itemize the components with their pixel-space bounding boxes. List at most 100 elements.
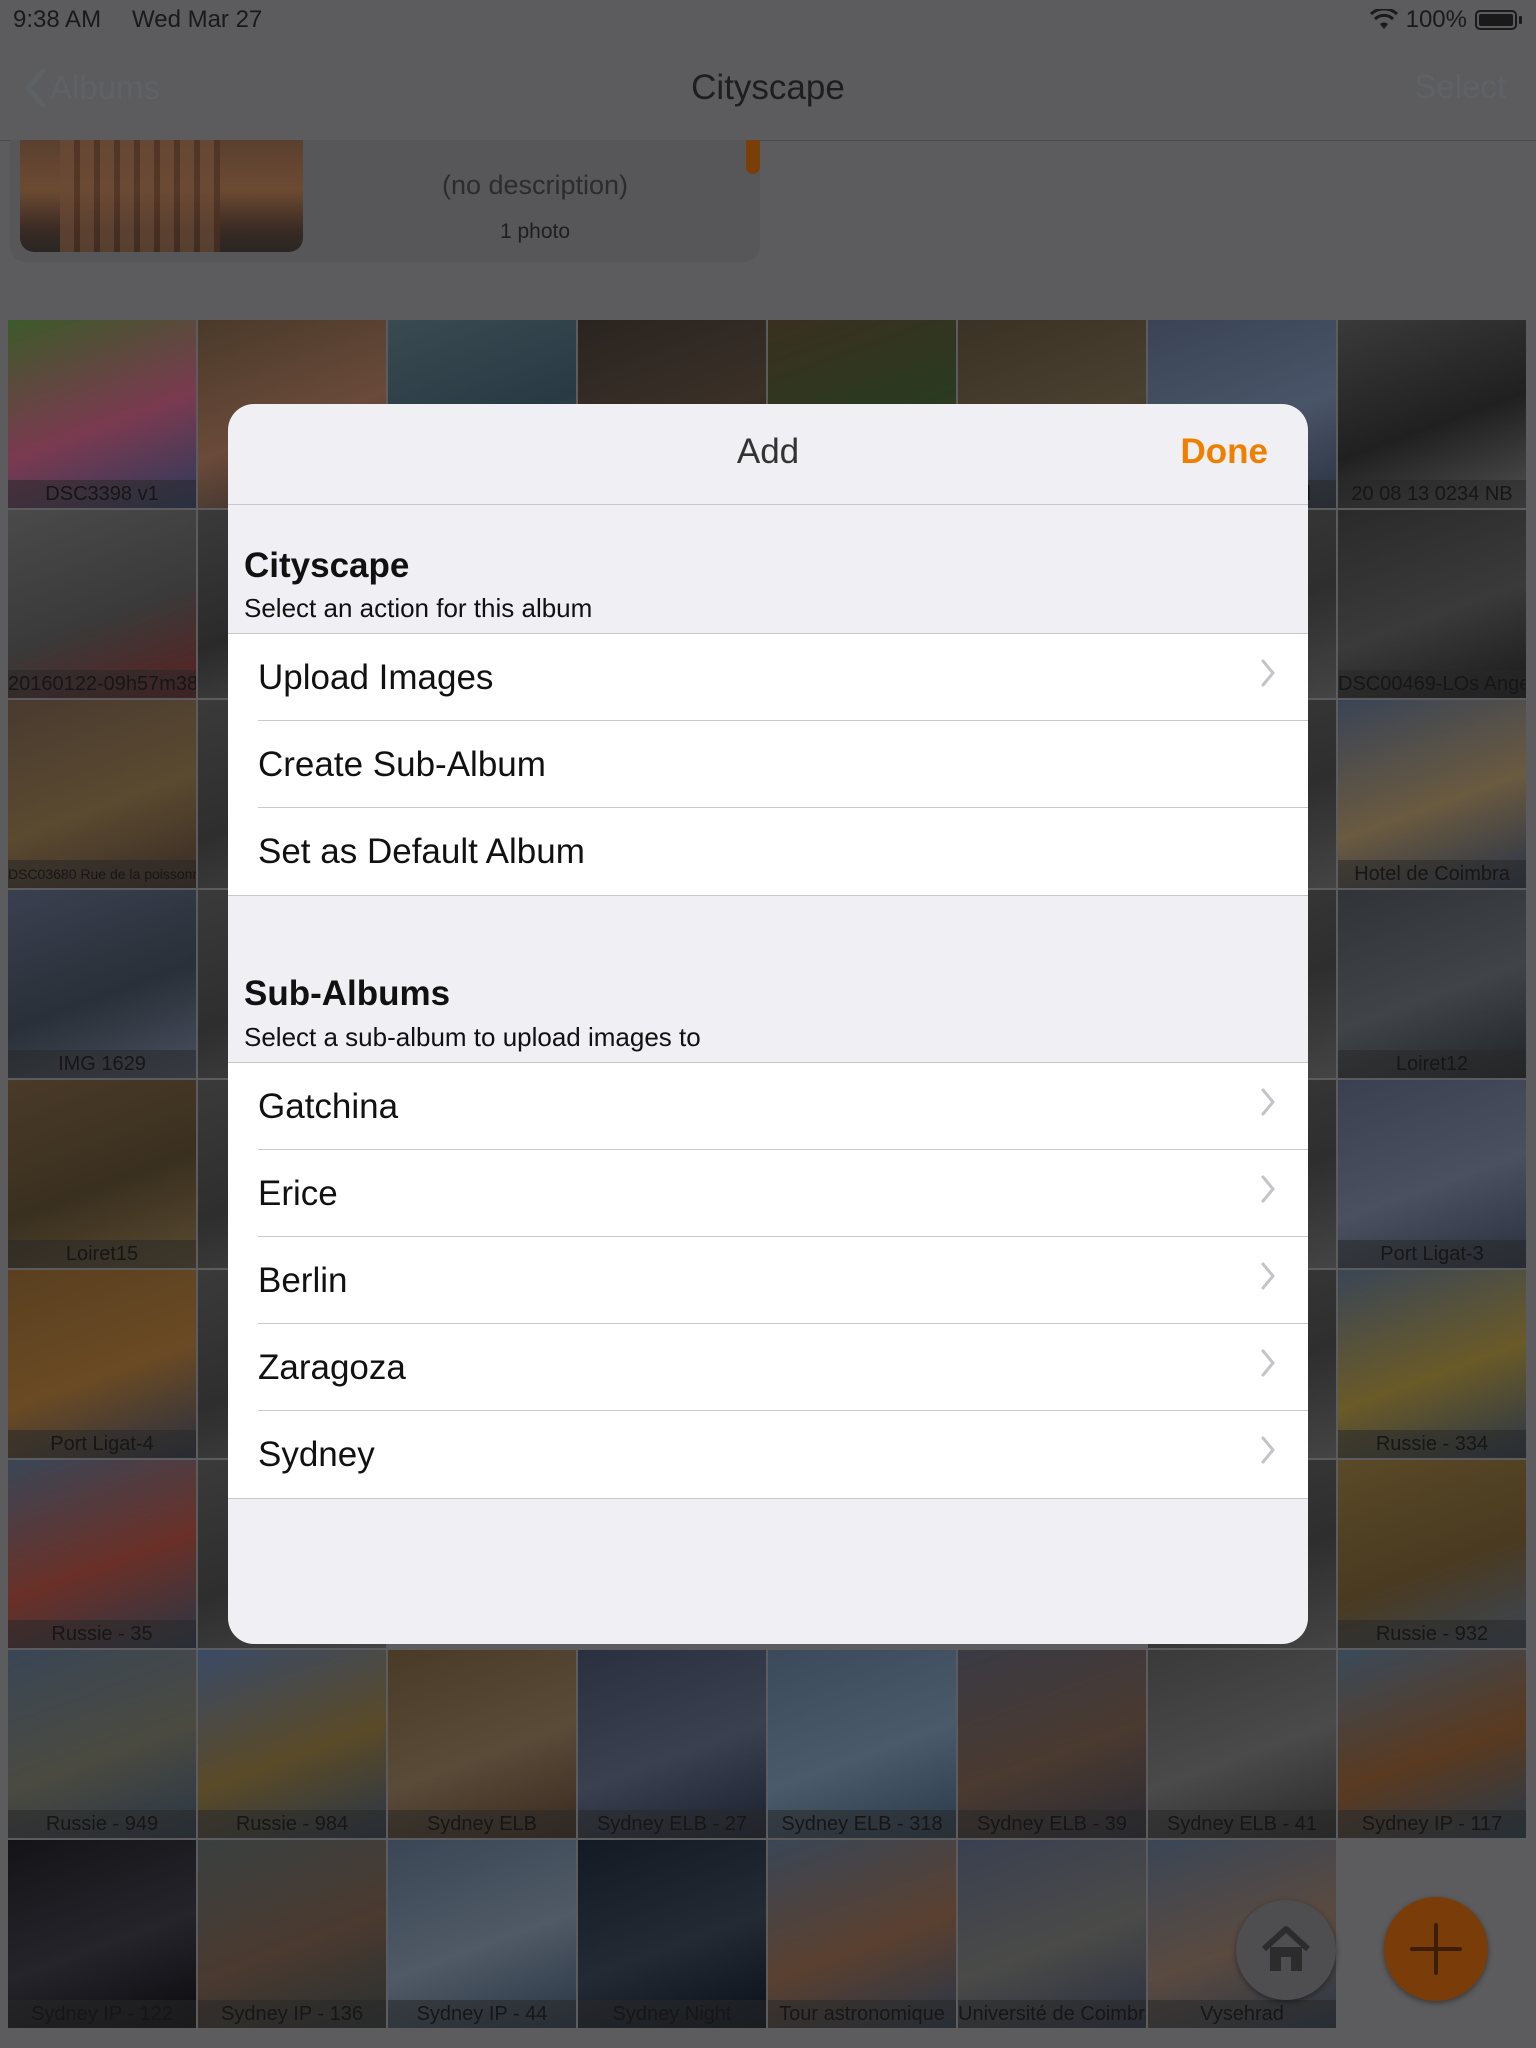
photo-caption: Tour astronomique xyxy=(768,2000,956,2028)
album-thumbnail xyxy=(20,140,303,252)
photo-caption: Russie - 334 xyxy=(1338,1430,1526,1458)
chevron-right-icon xyxy=(1261,659,1275,687)
sub-albums-list: Gatchina Erice Berlin Zaragoza Sydney xyxy=(228,1062,1308,1499)
photo-caption: Sydney IP - 117 xyxy=(1338,1810,1526,1838)
row-label: Sydney xyxy=(258,1434,375,1474)
photo-caption: Port Ligat-4 xyxy=(8,1430,196,1458)
section-subtitle-album: Select an action for this album xyxy=(244,593,593,623)
photo-tile[interactable]: Russie - 949 xyxy=(8,1650,196,1838)
photo-tile[interactable]: Russie - 932 xyxy=(1338,1460,1526,1648)
photo-caption: Russie - 984 xyxy=(198,1810,386,1838)
sub-album-row[interactable]: Zaragoza xyxy=(228,1324,1308,1411)
photo-tile[interactable]: Sydney ELB xyxy=(388,1650,576,1838)
photo-caption: Université de Coimbra xyxy=(958,2000,1146,2028)
photo-caption: 20160122-09h57m38-chi xyxy=(8,670,196,698)
row-label: Gatchina xyxy=(258,1086,399,1126)
photo-tile[interactable]: Russie - 984 xyxy=(198,1650,386,1838)
upload-images-row[interactable]: Upload Images xyxy=(228,634,1308,721)
photo-tile[interactable]: Loiret12 xyxy=(1338,890,1526,1078)
status-time: 9:38 AM xyxy=(13,6,102,33)
actions-list: Upload Images Create Sub-Album Set as De… xyxy=(228,633,1308,896)
create-sub-album-row[interactable]: Create Sub-Album xyxy=(228,721,1308,808)
row-label: Zaragoza xyxy=(258,1347,406,1387)
row-label: Set as Default Album xyxy=(258,831,585,871)
photo-caption: Russie - 35 xyxy=(8,1620,196,1648)
photo-caption: 20 08 13 0234 NB xyxy=(1338,480,1526,508)
photo-caption: Russie - 932 xyxy=(1338,1620,1526,1648)
photo-caption: Loiret12 xyxy=(1338,1050,1526,1078)
photo-caption: Sydney ELB - 318 xyxy=(768,1810,956,1838)
photo-tile[interactable]: 20 08 13 0234 NB xyxy=(1338,320,1526,508)
battery-percent: 100% xyxy=(1405,6,1467,33)
row-label: Erice xyxy=(258,1173,338,1213)
chevron-right-icon xyxy=(1261,1262,1275,1290)
home-icon xyxy=(1261,1926,1311,1971)
set-default-album-row[interactable]: Set as Default Album xyxy=(228,808,1308,895)
chevron-right-icon xyxy=(1261,1349,1275,1377)
photo-caption: Russie - 949 xyxy=(8,1810,196,1838)
section-subtitle-sub-albums: Select a sub-album to upload images to xyxy=(244,1022,701,1052)
row-label: Create Sub-Album xyxy=(258,744,546,784)
photo-tile[interactable]: 20160122-09h57m38-chi xyxy=(8,510,196,698)
sub-album-row[interactable]: Berlin xyxy=(228,1237,1308,1324)
photo-caption: DSC3398 v1 xyxy=(8,480,196,508)
select-button[interactable]: Select xyxy=(1414,68,1506,106)
add-modal: Add Done Cityscape Select an action for … xyxy=(228,404,1308,1644)
photo-tile[interactable]: DSC3398 v1 xyxy=(8,320,196,508)
album-tab-marker xyxy=(746,140,760,174)
photo-tile[interactable]: Port Ligat-4 xyxy=(8,1270,196,1458)
photo-caption: Sydney ELB - 39 xyxy=(958,1810,1146,1838)
album-description: (no description) xyxy=(441,170,629,200)
photo-tile[interactable]: DSC00469-LOs Angeles xyxy=(1338,510,1526,698)
sub-album-row[interactable]: Erice xyxy=(228,1150,1308,1237)
chevron-right-icon xyxy=(1261,1088,1275,1116)
section-title-album: Cityscape xyxy=(244,546,410,585)
photo-tile[interactable]: Sydney ELB - 39 xyxy=(958,1650,1146,1838)
sub-album-row[interactable]: Sydney xyxy=(228,1411,1308,1498)
chevron-right-icon xyxy=(1261,1175,1275,1203)
album-photo-count: 1 photo xyxy=(499,220,571,243)
done-button[interactable]: Done xyxy=(1181,432,1269,472)
photo-tile[interactable]: Sydney IP - 44 xyxy=(388,1840,576,2028)
page-title: Cityscape xyxy=(691,68,845,107)
photo-caption: Sydney IP - 122 xyxy=(8,2000,196,2028)
photo-tile[interactable]: Sydney Night xyxy=(578,1840,766,2028)
photo-tile[interactable]: Sydney ELB - 27 xyxy=(578,1650,766,1838)
status-bar: 9:38 AM Wed Mar 27 100% xyxy=(0,0,1536,40)
photo-caption: Port Ligat-3 xyxy=(1338,1240,1526,1268)
photo-tile[interactable]: Russie - 35 xyxy=(8,1460,196,1648)
photo-tile[interactable]: Port Ligat-3 xyxy=(1338,1080,1526,1268)
photo-tile[interactable]: Sydney ELB - 318 xyxy=(768,1650,956,1838)
sub-album-row[interactable]: Gatchina xyxy=(228,1063,1308,1150)
photo-tile[interactable]: Loiret15 xyxy=(8,1080,196,1268)
photo-tile[interactable]: Sydney IP - 136 xyxy=(198,1840,386,2028)
photo-caption: DSC00469-LOs Angeles xyxy=(1338,670,1526,698)
status-right: 100% xyxy=(1369,6,1522,34)
section-title-sub-albums: Sub-Albums xyxy=(244,974,451,1013)
photo-tile[interactable]: Sydney ELB - 41 xyxy=(1148,1650,1336,1838)
photo-caption: DSC03680 Rue de la poissonnerie xyxy=(8,860,196,888)
photo-tile[interactable]: Tour astronomique xyxy=(768,1840,956,2028)
photo-caption: Sydney Night xyxy=(578,2000,766,2028)
photo-tile[interactable]: Russie - 334 xyxy=(1338,1270,1526,1458)
album-header-card: (no description) 1 photo xyxy=(10,140,760,262)
photo-tile[interactable]: Sydney IP - 122 xyxy=(8,1840,196,2028)
home-button[interactable] xyxy=(1236,1900,1336,2000)
photo-caption: Loiret15 xyxy=(8,1240,196,1268)
modal-header: Add Done xyxy=(228,404,1308,505)
modal-title: Add xyxy=(736,432,800,471)
photo-tile[interactable]: IMG 1629 xyxy=(8,890,196,1078)
add-button[interactable] xyxy=(1384,1897,1488,2001)
photo-tile[interactable]: Sydney IP - 117 xyxy=(1338,1650,1526,1838)
plus-icon xyxy=(1410,1923,1462,1975)
photo-tile[interactable]: DSC03680 Rue de la poissonnerie xyxy=(8,700,196,888)
wifi-icon xyxy=(1369,9,1398,29)
photo-caption: Vysehrad xyxy=(1148,2000,1336,2028)
navigation-bar: Albums Cityscape Select xyxy=(0,40,1536,141)
photo-tile[interactable]: Université de Coimbra xyxy=(958,1840,1146,2028)
photo-tile[interactable]: Hotel de Coimbra xyxy=(1338,700,1526,888)
row-label: Berlin xyxy=(258,1260,348,1300)
photo-caption: Sydney ELB - 27 xyxy=(578,1810,766,1838)
status-date: Wed Mar 27 xyxy=(132,6,263,33)
chevron-right-icon xyxy=(1261,1436,1275,1464)
